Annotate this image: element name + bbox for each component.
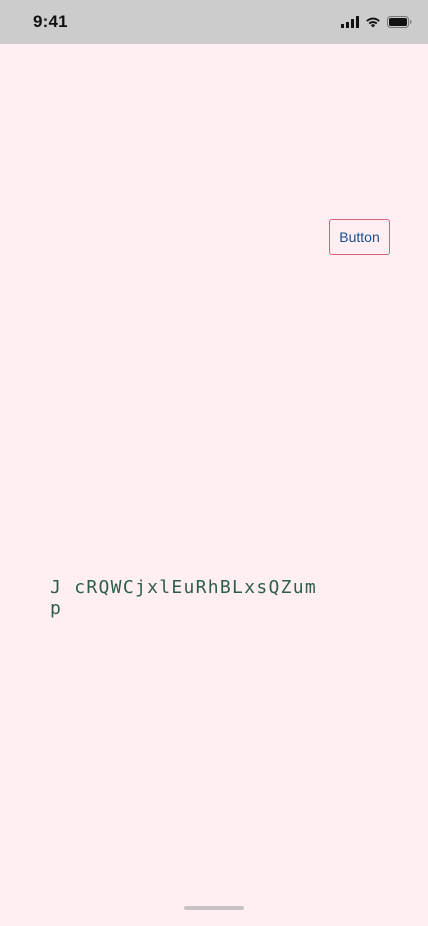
phone-screen: 9:41 Button J cRQWCjxlEuRhBLxsQZum p	[0, 0, 428, 926]
status-icons	[341, 14, 412, 30]
mono-text-block: J cRQWCjxlEuRhBLxsQZum p	[50, 577, 318, 619]
wifi-icon	[365, 16, 381, 28]
status-bar: 9:41	[0, 0, 428, 44]
battery-icon	[387, 16, 412, 28]
home-indicator[interactable]	[184, 906, 244, 910]
signal-icon	[341, 16, 359, 28]
status-time: 9:41	[33, 12, 68, 31]
primary-button[interactable]: Button	[329, 219, 390, 255]
